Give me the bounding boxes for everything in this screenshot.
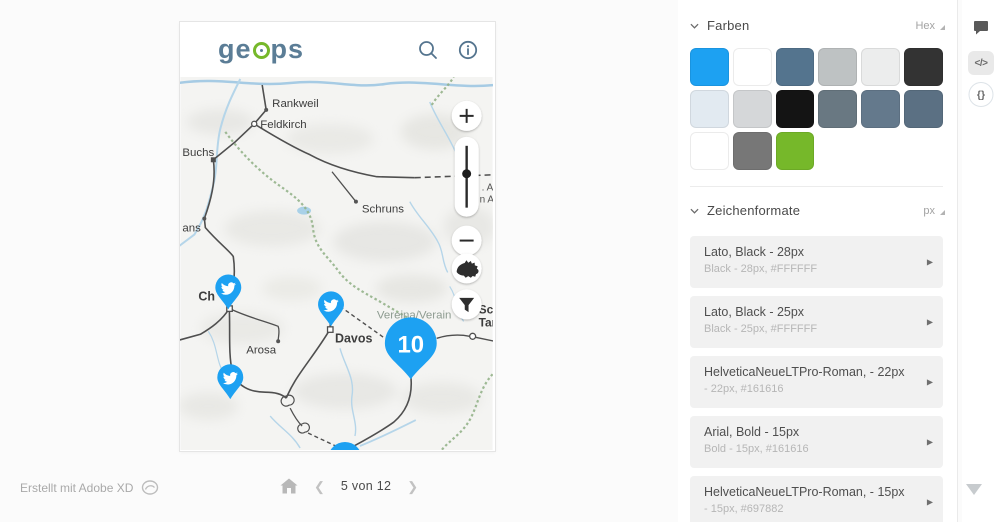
color-swatch[interactable]	[861, 90, 900, 128]
text-style-card[interactable]: HelveticaNeueLTPro-Roman, - 15px - 15px,…	[690, 476, 943, 522]
label-tarasp: Tar	[479, 315, 493, 329]
expand-arrow-icon[interactable]: ▶	[927, 378, 933, 387]
styles-unit-dropdown[interactable]: px	[923, 205, 945, 217]
colors-section-title: Farben	[707, 18, 749, 33]
text-style-card[interactable]: HelveticaNeueLTPro-Roman, - 22px - 22px,…	[690, 356, 943, 408]
text-style-title: HelveticaNeueLTPro-Roman, - 22px	[704, 365, 917, 379]
color-unit-dropdown[interactable]: Hex	[915, 20, 945, 32]
text-style-title: Lato, Black - 28px	[704, 245, 917, 259]
expand-arrow-icon[interactable]: ▶	[927, 318, 933, 327]
geops-logo: ge ps	[218, 36, 304, 63]
text-style-subtitle: Bold - 15px, #161616	[704, 443, 917, 455]
text-style-subtitle: - 15px, #697882	[704, 503, 917, 515]
code-view-button[interactable]: </>	[968, 51, 994, 75]
color-swatch[interactable]	[776, 132, 815, 170]
zoom-in-button[interactable]	[452, 101, 482, 131]
text-style-list: Lato, Black - 28px Black - 28px, #FFFFFF…	[690, 236, 943, 522]
next-page-button[interactable]: ❯	[407, 480, 418, 493]
label-buchs: Buchs	[182, 147, 214, 159]
animal-layer-button[interactable]	[452, 254, 482, 284]
filter-button[interactable]	[452, 289, 482, 319]
prototype-viewer: ge ps	[0, 0, 1000, 522]
panel-divider	[957, 0, 958, 522]
home-icon[interactable]	[280, 478, 298, 494]
text-style-title: Lato, Black - 25px	[704, 305, 917, 319]
label-davos: Davos	[335, 331, 372, 345]
creative-cloud-icon	[141, 480, 159, 495]
color-swatch[interactable]	[861, 48, 900, 86]
text-style-card[interactable]: Arial, Bold - 15px Bold - 15px, #161616 …	[690, 416, 943, 468]
color-swatch[interactable]	[733, 132, 772, 170]
label-rankweil: Rankweil	[272, 98, 318, 110]
color-swatch[interactable]	[818, 90, 857, 128]
dropdown-triangle-icon	[940, 210, 945, 215]
text-style-card[interactable]: Lato, Black - 28px Black - 28px, #FFFFFF…	[690, 236, 943, 288]
zoom-slider-handle[interactable]	[462, 169, 471, 178]
text-style-title: Arial, Bold - 15px	[704, 425, 917, 439]
label-ans: ans	[182, 223, 201, 235]
color-swatch[interactable]	[776, 48, 815, 86]
credit-text: Erstellt mit Adobe XD	[20, 481, 133, 495]
text-style-card[interactable]: Lato, Black - 25px Black - 25px, #FFFFFF…	[690, 296, 943, 348]
text-style-subtitle: Black - 28px, #FFFFFF	[704, 263, 917, 275]
scroll-down-triangle-icon[interactable]	[966, 484, 982, 495]
color-swatch[interactable]	[904, 90, 943, 128]
colors-section-header[interactable]: Farben Hex	[690, 18, 945, 33]
logo-text-left: ge	[218, 36, 252, 63]
color-swatch[interactable]	[733, 48, 772, 86]
comment-bubble-icon	[973, 20, 989, 35]
dropdown-triangle-icon	[940, 25, 945, 30]
color-swatch[interactable]	[904, 48, 943, 86]
expand-arrow-icon[interactable]: ▶	[927, 258, 933, 267]
text-style-title: HelveticaNeueLTPro-Roman, - 15px	[704, 485, 917, 499]
phone-artboard: ge ps	[180, 22, 495, 451]
expand-arrow-icon[interactable]: ▶	[927, 498, 933, 507]
chevron-down-icon	[690, 208, 699, 214]
logo-text-right: ps	[271, 36, 305, 63]
text-style-subtitle: Black - 25px, #FFFFFF	[704, 323, 917, 335]
label-arosa: Arosa	[246, 344, 277, 356]
color-swatch[interactable]	[776, 90, 815, 128]
label-arlberg-1: . A	[482, 183, 493, 194]
logo-o-ring-icon	[253, 42, 270, 59]
page-indicator: 5 von 12	[341, 479, 391, 493]
zoom-out-button[interactable]	[452, 226, 482, 256]
styles-section-title: Zeichenformate	[707, 203, 800, 218]
expand-arrow-icon[interactable]: ▶	[927, 438, 933, 447]
credit-bar: Erstellt mit Adobe XD	[20, 480, 159, 495]
variables-button[interactable]: {}	[969, 82, 994, 107]
code-icon: </>	[975, 58, 988, 69]
color-swatch[interactable]	[733, 90, 772, 128]
braces-icon: {}	[977, 89, 985, 101]
text-style-subtitle: - 22px, #161616	[704, 383, 917, 395]
app-header: ge ps	[180, 22, 495, 77]
color-swatch[interactable]	[818, 48, 857, 86]
styles-unit-label: px	[923, 205, 935, 217]
pagination: ❮ 5 von 12 ❯	[280, 478, 418, 494]
cluster-count: 10	[397, 331, 424, 358]
map-canvas: Rankweil Feldkirch Buchs ans Schruns Ch …	[180, 77, 493, 450]
side-toolbar: </> {}	[962, 0, 1000, 522]
prev-page-button[interactable]: ❮	[314, 480, 325, 493]
search-icon[interactable]	[417, 39, 439, 61]
styles-section-header[interactable]: Zeichenformate px	[690, 203, 945, 218]
comments-button[interactable]	[973, 20, 989, 35]
section-divider	[690, 186, 943, 187]
chevron-down-icon	[690, 23, 699, 29]
label-chur: Ch	[198, 289, 215, 303]
label-arlberg-2: n A	[480, 195, 493, 206]
label-schruns: Schruns	[362, 204, 404, 216]
label-feldkirch: Feldkirch	[260, 119, 306, 131]
map-view[interactable]: Rankweil Feldkirch Buchs ans Schruns Ch …	[180, 77, 493, 450]
color-unit-label: Hex	[915, 20, 935, 32]
spec-panel: Farben Hex Zeichenformate px Lato, Black	[678, 0, 957, 522]
color-swatches	[690, 48, 943, 170]
color-swatch[interactable]	[690, 132, 729, 170]
zoom-slider[interactable]	[455, 137, 479, 217]
color-swatch[interactable]	[690, 90, 729, 128]
color-swatch[interactable]	[690, 48, 729, 86]
info-icon[interactable]	[457, 39, 479, 61]
